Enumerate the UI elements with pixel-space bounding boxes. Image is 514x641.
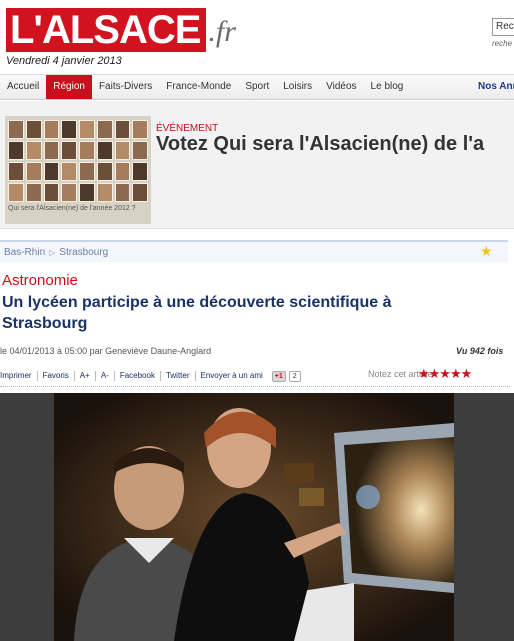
article-byline: le 04/01/2013 à 05:00 par Geneviève Daun… [0,346,212,356]
google-plus-count: 2 [288,370,301,382]
portrait-thumbnail [43,162,60,181]
photo-illustration [54,393,454,641]
twitter-link[interactable]: Twitter [161,371,196,381]
portrait-thumbnail [114,162,131,181]
print-link[interactable]: Imprimer [0,371,38,381]
portrait-thumbnail [43,120,60,139]
portrait-thumbnail [114,141,131,160]
photo-frame [54,393,454,641]
portrait-thumbnail [96,141,113,160]
article-photo[interactable] [0,393,514,641]
article-kicker: Astronomie [2,272,78,289]
portrait-thumbnail [25,183,42,202]
portrait-thumbnail [8,120,24,139]
portrait-thumbnail [79,183,95,202]
portrait-thumbnail [132,162,148,181]
portrait-grid [8,120,148,202]
portrait-thumbnail [114,120,131,139]
search-link[interactable]: reche [492,39,512,48]
search-input[interactable]: Rech [492,18,514,36]
nav-item-videos[interactable]: Vidéos [319,75,363,99]
portrait-thumbnail [43,183,60,202]
portrait-thumbnail [61,141,77,160]
portrait-thumbnail [114,183,131,202]
nav-item-sport[interactable]: Sport [238,75,276,99]
breadcrumb-item-strasbourg[interactable]: Strasbourg [59,247,108,258]
thumbnail-caption[interactable]: Qui sera l'Alsacien(ne) de l'année 2012 … [8,204,150,213]
portrait-thumbnail [25,162,42,181]
nav-item-accueil[interactable]: Accueil [0,75,46,99]
font-decrease-link[interactable]: A- [96,371,115,381]
site-logo[interactable]: L'ALSACE .fr [6,6,236,52]
portrait-thumbnail [8,141,24,160]
site-header: L'ALSACE .fr Vendredi 4 janvier 2013 [0,0,514,74]
view-count: Vu 942 fois [456,346,504,356]
nav-item-region[interactable]: Région [46,75,92,99]
logo-wordmark: L'ALSACE [6,8,207,52]
nav-item-france-monde[interactable]: France-Monde [159,75,238,99]
current-date: Vendredi 4 janvier 2013 [6,55,122,67]
portrait-thumbnail [61,183,77,202]
portrait-thumbnail [61,120,77,139]
portrait-thumbnail [132,141,148,160]
event-title[interactable]: Votez Qui sera l'Alsacien(ne) de l'a [156,133,484,156]
portrait-thumbnail [96,120,113,139]
portrait-thumbnail [8,162,24,181]
nav-item-faits-divers[interactable]: Faits-Divers [92,75,159,99]
nav-item-annonces[interactable]: Nos Ann [478,75,514,99]
favorite-star-icon[interactable]: ★ [480,244,494,258]
portrait-thumbnail [79,141,95,160]
portrait-thumbnail [79,162,95,181]
nav-item-blog[interactable]: Le blog [364,75,411,99]
portrait-thumbnail [61,162,77,181]
rating-stars-icon[interactable]: ★★★★★ [418,366,472,382]
portrait-thumbnail [43,141,60,160]
breadcrumb-separator-icon: ▷ [49,247,56,257]
portrait-thumbnail [132,120,148,139]
portrait-thumbnail [25,141,42,160]
breadcrumb: Bas-Rhin ▷ Strasbourg [0,240,508,262]
toolbar-divider [0,386,510,387]
font-increase-link[interactable]: A+ [75,371,96,381]
breadcrumb-item-bas-rhin[interactable]: Bas-Rhin [4,247,45,258]
email-friend-link[interactable]: Envoyer à un ami [196,371,268,381]
facebook-link[interactable]: Facebook [115,371,161,381]
google-plus-button[interactable]: +1 [271,370,286,382]
nav-item-loisirs[interactable]: Loisirs [276,75,319,99]
favorites-link[interactable]: Favoris [38,371,75,381]
portrait-thumbnail [96,162,113,181]
logo-suffix: .fr [208,15,236,48]
portrait-thumbnail [8,183,24,202]
portrait-thumbnail [79,120,95,139]
portrait-thumbnail [25,120,42,139]
portrait-thumbnail [96,183,113,202]
portrait-thumbnail [132,183,148,202]
article-headline: Un lycéen participe à une découverte sci… [2,294,392,332]
main-nav: Accueil Région Faits-Divers France-Monde… [0,74,514,100]
